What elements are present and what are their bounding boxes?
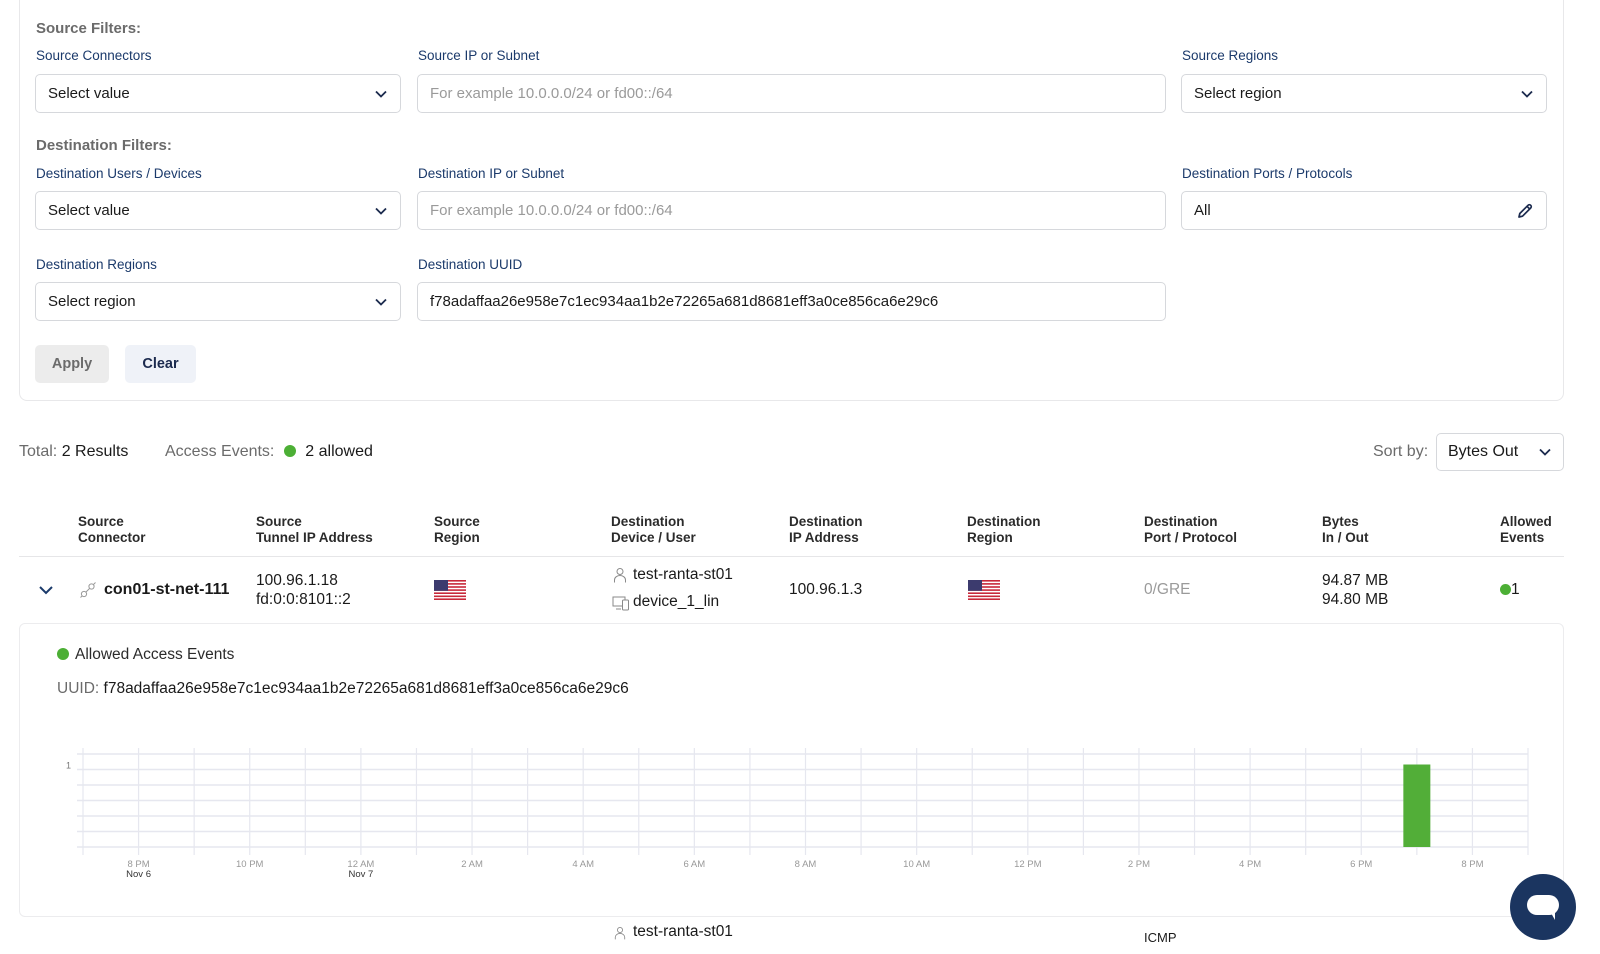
x-tick-label: 10 AM bbox=[903, 859, 930, 870]
sort-select[interactable]: Bytes Out bbox=[1436, 433, 1564, 471]
header-destination-ip[interactable]: DestinationIP Address bbox=[789, 514, 863, 546]
bytes-in: 94.87 MB bbox=[1322, 571, 1388, 590]
y-tick-label: 1 bbox=[66, 761, 71, 771]
destination-ip-label: Destination IP or Subnet bbox=[418, 166, 564, 181]
source-regions-select[interactable]: Select region bbox=[1181, 74, 1547, 113]
destination-ports-field[interactable]: All bbox=[1181, 191, 1547, 230]
chat-support-button[interactable] bbox=[1510, 874, 1576, 940]
destination-device[interactable]: device_1_lin bbox=[633, 592, 719, 611]
destination-users-label: Destination Users / Devices bbox=[36, 166, 202, 181]
allowed-status-dot bbox=[1500, 584, 1511, 595]
header-destination-port-protocol[interactable]: DestinationPort / Protocol bbox=[1144, 514, 1237, 546]
destination-ip-field[interactable] bbox=[417, 191, 1166, 230]
x-tick-sublabel: Nov 6 bbox=[126, 869, 151, 880]
chart-bar bbox=[1403, 765, 1430, 848]
source-regions-label: Source Regions bbox=[1182, 48, 1278, 63]
header-source-region[interactable]: SourceRegion bbox=[434, 514, 480, 546]
bytes-out: 94.80 MB bbox=[1322, 590, 1388, 609]
x-tick-label: 6 AM bbox=[684, 859, 706, 870]
chat-bubble-icon bbox=[1525, 891, 1561, 923]
destination-regions-value: Select region bbox=[48, 293, 374, 310]
allowed-count: 2 allowed bbox=[305, 443, 373, 460]
x-tick-label: 10 PM bbox=[236, 859, 264, 870]
destination-filters-title: Destination Filters: bbox=[36, 137, 172, 154]
us-flag-icon bbox=[968, 580, 1000, 600]
header-destination-region[interactable]: DestinationRegion bbox=[967, 514, 1041, 546]
destination-user[interactable]: test-ranta-st01 bbox=[633, 565, 733, 584]
tunnel-ip-v6: fd:0:0:8101::2 bbox=[256, 590, 351, 609]
header-source-tunnel-ip[interactable]: SourceTunnel IP Address bbox=[256, 514, 373, 546]
access-events-label: Access Events: bbox=[165, 443, 274, 460]
allowed-events-count: 1 bbox=[1500, 580, 1520, 599]
sort-value: Bytes Out bbox=[1448, 443, 1518, 461]
chevron-down-icon[interactable] bbox=[38, 583, 54, 597]
header-allowed-events[interactable]: AllowedEvents bbox=[1500, 514, 1552, 546]
x-tick-label: 4 PM bbox=[1239, 859, 1261, 870]
header-bytes-in-out[interactable]: BytesIn / Out bbox=[1322, 514, 1369, 546]
source-connectors-select[interactable]: Select value bbox=[35, 74, 401, 113]
port-protocol: ICMP bbox=[1144, 928, 1177, 947]
clear-button[interactable]: Clear bbox=[125, 345, 196, 383]
x-tick-label: 2 AM bbox=[461, 859, 483, 870]
access-events-summary: Access Events: 2 allowed bbox=[165, 443, 373, 461]
x-tick-sublabel: Nov 7 bbox=[348, 869, 373, 880]
port-protocol: 0/GRE bbox=[1144, 580, 1191, 599]
connector-link-icon bbox=[79, 581, 97, 599]
destination-ip: 100.96.1.3 bbox=[789, 580, 862, 599]
source-ip-field[interactable] bbox=[417, 74, 1166, 113]
x-tick-label: 8 AM bbox=[795, 859, 817, 870]
x-tick-label: 2 PM bbox=[1128, 859, 1150, 870]
x-tick-label: 6 PM bbox=[1350, 859, 1372, 870]
x-tick-label: 4 AM bbox=[572, 859, 594, 870]
chevron-down-icon bbox=[374, 204, 388, 218]
source-ip-label: Source IP or Subnet bbox=[418, 48, 539, 63]
destination-ports-value: All bbox=[1194, 202, 1516, 219]
destination-users-select[interactable]: Select value bbox=[35, 191, 401, 230]
total-results: Total: 2 Results bbox=[19, 443, 128, 461]
destination-ports-label: Destination Ports / Protocols bbox=[1182, 166, 1352, 181]
chevron-down-icon bbox=[374, 87, 388, 101]
allowed-legend-dot bbox=[57, 648, 69, 660]
header-divider bbox=[19, 556, 1564, 557]
legend-label: Allowed Access Events bbox=[75, 646, 234, 663]
allowed-events-chart: 18 PMNov 610 PM12 AMNov 72 AM4 AM6 AM8 A… bbox=[0, 730, 1600, 890]
x-tick-label: 12 PM bbox=[1014, 859, 1042, 870]
uuid-line: UUID: f78adaffaa26e958e7c1ec934aa1b2e722… bbox=[57, 680, 629, 698]
source-regions-value: Select region bbox=[1194, 85, 1520, 102]
uuid-value: f78adaffaa26e958e7c1ec934aa1b2e72265a681… bbox=[104, 680, 629, 697]
user-icon bbox=[613, 567, 627, 583]
destination-uuid-label: Destination UUID bbox=[418, 257, 522, 272]
destination-uuid-field[interactable] bbox=[417, 282, 1166, 321]
tunnel-ip-v4: 100.96.1.18 bbox=[256, 571, 338, 590]
apply-button[interactable]: Apply bbox=[35, 345, 109, 383]
source-filters-title: Source Filters: bbox=[36, 20, 141, 37]
x-tick-label: 8 PM bbox=[1461, 859, 1483, 870]
destination-regions-select[interactable]: Select region bbox=[35, 282, 401, 321]
connector-name[interactable]: con01-st-net-111 bbox=[104, 580, 229, 599]
destination-user[interactable]: test-ranta-st01 bbox=[633, 922, 733, 941]
destination-ip-input[interactable] bbox=[430, 202, 1153, 219]
chart-legend: Allowed Access Events bbox=[57, 646, 234, 664]
chevron-down-icon bbox=[1520, 87, 1534, 101]
sort-label: Sort by: bbox=[1373, 443, 1428, 461]
us-flag-icon bbox=[434, 580, 466, 600]
destination-users-value: Select value bbox=[48, 202, 374, 219]
header-destination-device-user[interactable]: DestinationDevice / User bbox=[611, 514, 696, 546]
source-ip-input[interactable] bbox=[430, 85, 1153, 102]
user-icon bbox=[614, 926, 626, 940]
source-connectors-value: Select value bbox=[48, 85, 374, 102]
uuid-label: UUID: bbox=[57, 680, 99, 697]
destination-uuid-input[interactable] bbox=[430, 293, 1153, 310]
device-icon bbox=[612, 595, 630, 611]
header-source-connector[interactable]: SourceConnector bbox=[78, 514, 146, 546]
chevron-down-icon bbox=[1538, 445, 1552, 459]
allowed-status-dot bbox=[284, 445, 296, 457]
chevron-down-icon bbox=[374, 295, 388, 309]
pencil-icon[interactable] bbox=[1516, 202, 1534, 220]
destination-regions-label: Destination Regions bbox=[36, 257, 157, 272]
total-label: Total: bbox=[19, 443, 57, 460]
total-value: 2 Results bbox=[62, 443, 129, 460]
source-connectors-label: Source Connectors bbox=[36, 48, 152, 63]
